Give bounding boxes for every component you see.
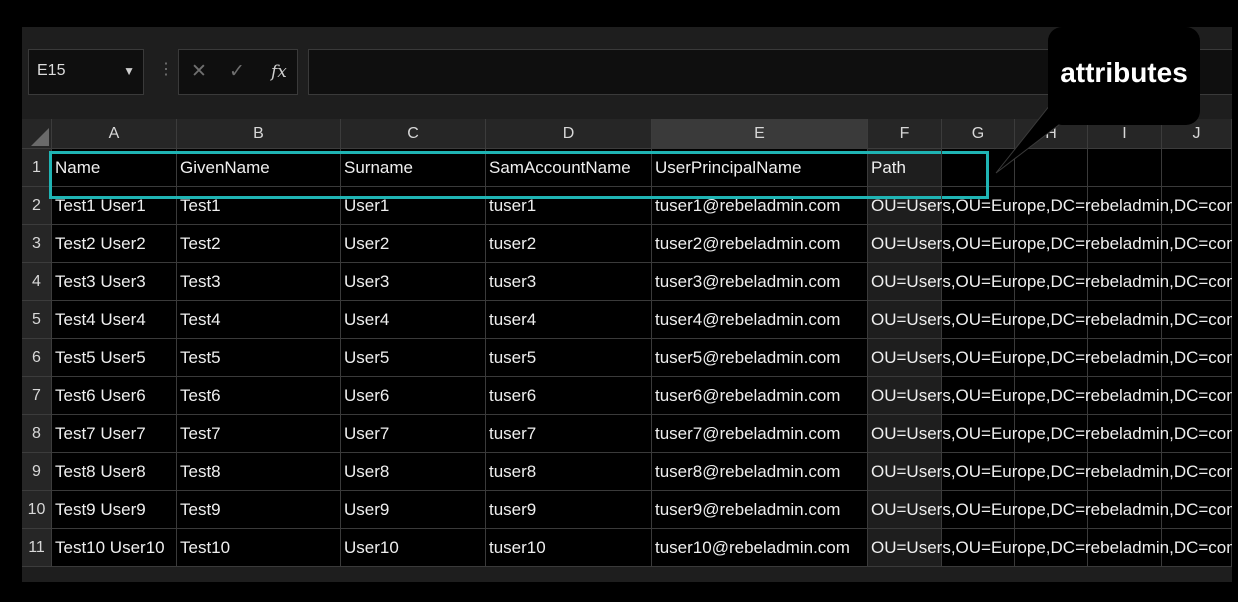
column-header-a[interactable]: A <box>52 119 177 149</box>
cell-c11[interactable]: User10 <box>341 529 486 567</box>
cell-i1[interactable] <box>1088 149 1162 187</box>
table-row: 5 Test4 User4 Test4 User4 tuser4 tuser4@rebel… <box>22 301 1232 339</box>
cell-f5[interactable]: OU=Users,OU=Europe,DC=rebeladmin,DC=com <box>868 301 1232 339</box>
callout-label: attributes <box>1060 57 1188 88</box>
table-row: 6 Test5 User5 Test5 User5 tuser5 tuser5@rebel… <box>22 339 1232 377</box>
row-header[interactable]: 3 <box>22 225 52 263</box>
cell-c9[interactable]: User8 <box>341 453 486 491</box>
row-header[interactable]: 1 <box>22 149 52 187</box>
cell-e10[interactable]: tuser9@rebeladmin.com <box>652 491 868 529</box>
cell-f1[interactable]: Path <box>868 149 942 187</box>
cell-c7[interactable]: User6 <box>341 377 486 415</box>
cell-a11[interactable]: Test10 User10 <box>52 529 177 567</box>
cell-a5[interactable]: Test4 User4 <box>52 301 177 339</box>
row-header[interactable]: 8 <box>22 415 52 453</box>
cell-e5[interactable]: tuser4@rebeladmin.com <box>652 301 868 339</box>
cell-a3[interactable]: Test2 User2 <box>52 225 177 263</box>
row-header[interactable]: 9 <box>22 453 52 491</box>
cell-b11[interactable]: Test10 <box>177 529 341 567</box>
table-row: 3 Test2 User2 Test2 User2 tuser2 tuser2@rebel… <box>22 225 1232 263</box>
select-all-button[interactable] <box>22 119 52 149</box>
cell-a8[interactable]: Test7 User7 <box>52 415 177 453</box>
cell-a6[interactable]: Test5 User5 <box>52 339 177 377</box>
cell-c8[interactable]: User7 <box>341 415 486 453</box>
row-header[interactable]: 4 <box>22 263 52 301</box>
cell-f10[interactable]: OU=Users,OU=Europe,DC=rebeladmin,DC=com <box>868 491 1232 529</box>
column-header-f[interactable]: F <box>868 119 942 149</box>
cell-e7[interactable]: tuser6@rebeladmin.com <box>652 377 868 415</box>
cell-d11[interactable]: tuser10 <box>486 529 652 567</box>
cell-c10[interactable]: User9 <box>341 491 486 529</box>
row-header[interactable]: 6 <box>22 339 52 377</box>
cell-e4[interactable]: tuser3@rebeladmin.com <box>652 263 868 301</box>
attributes-callout: attributes <box>1048 27 1200 125</box>
formula-buttons: ✕ ✓ fx <box>178 49 298 95</box>
cell-f2[interactable]: OU=Users,OU=Europe,DC=rebeladmin,DC=com <box>868 187 1232 225</box>
drag-handle-icon[interactable]: ⋮ <box>158 59 174 79</box>
row-header[interactable]: 10 <box>22 491 52 529</box>
cell-a7[interactable]: Test6 User6 <box>52 377 177 415</box>
cell-b5[interactable]: Test4 <box>177 301 341 339</box>
cell-f4[interactable]: OU=Users,OU=Europe,DC=rebeladmin,DC=com <box>868 263 1232 301</box>
column-header-d[interactable]: D <box>486 119 652 149</box>
row-header[interactable]: 11 <box>22 529 52 567</box>
cell-f7[interactable]: OU=Users,OU=Europe,DC=rebeladmin,DC=com <box>868 377 1232 415</box>
cell-c5[interactable]: User4 <box>341 301 486 339</box>
check-icon[interactable]: ✓ <box>229 60 245 83</box>
cell-d3[interactable]: tuser2 <box>486 225 652 263</box>
cell-f9[interactable]: OU=Users,OU=Europe,DC=rebeladmin,DC=com <box>868 453 1232 491</box>
cell-j1[interactable] <box>1162 149 1232 187</box>
cell-d8[interactable]: tuser7 <box>486 415 652 453</box>
row-header[interactable]: 7 <box>22 377 52 415</box>
cell-b9[interactable]: Test8 <box>177 453 341 491</box>
cell-f8[interactable]: OU=Users,OU=Europe,DC=rebeladmin,DC=com <box>868 415 1232 453</box>
insert-function-icon[interactable]: fx <box>271 62 287 82</box>
column-header-b[interactable]: B <box>177 119 341 149</box>
cell-c4[interactable]: User3 <box>341 263 486 301</box>
cell-a9[interactable]: Test8 User8 <box>52 453 177 491</box>
cell-c3[interactable]: User2 <box>341 225 486 263</box>
table-row: 7 Test6 User6 Test6 User6 tuser6 tuser6@rebel… <box>22 377 1232 415</box>
cell-d7[interactable]: tuser6 <box>486 377 652 415</box>
cell-d9[interactable]: tuser8 <box>486 453 652 491</box>
row-header[interactable]: 5 <box>22 301 52 339</box>
cell-d6[interactable]: tuser5 <box>486 339 652 377</box>
cell-b7[interactable]: Test6 <box>177 377 341 415</box>
table-row: 10 Test9 User9 Test9 User9 tuser9 tuser9@rebe… <box>22 491 1232 529</box>
cell-d10[interactable]: tuser9 <box>486 491 652 529</box>
cell-b3[interactable]: Test2 <box>177 225 341 263</box>
table-row: 11 Test10 User10 Test10 User10 tuser10 tuser1… <box>22 529 1232 567</box>
cell-b8[interactable]: Test7 <box>177 415 341 453</box>
cell-b10[interactable]: Test9 <box>177 491 341 529</box>
cell-e8[interactable]: tuser7@rebeladmin.com <box>652 415 868 453</box>
cell-f11[interactable]: OU=Users,OU=Europe,DC=rebeladmin,DC=com <box>868 529 1232 567</box>
cell-e9[interactable]: tuser8@rebeladmin.com <box>652 453 868 491</box>
cell-f6[interactable]: OU=Users,OU=Europe,DC=rebeladmin,DC=com <box>868 339 1232 377</box>
name-box-value: E15 <box>37 62 66 79</box>
cell-f3[interactable]: OU=Users,OU=Europe,DC=rebeladmin,DC=com <box>868 225 1232 263</box>
cell-c6[interactable]: User5 <box>341 339 486 377</box>
row-header[interactable]: 2 <box>22 187 52 225</box>
table-row: 4 Test3 User3 Test3 User3 tuser3 tuser3@rebel… <box>22 263 1232 301</box>
cell-d5[interactable]: tuser4 <box>486 301 652 339</box>
cell-a4[interactable]: Test3 User3 <box>52 263 177 301</box>
x-icon[interactable]: ✕ <box>191 60 207 83</box>
table-row: 8 Test7 User7 Test7 User7 tuser7 tuser7@rebel… <box>22 415 1232 453</box>
cell-a10[interactable]: Test9 User9 <box>52 491 177 529</box>
name-box[interactable]: E15 ▼ <box>28 49 144 95</box>
header-row-highlight <box>49 151 989 199</box>
cell-b4[interactable]: Test3 <box>177 263 341 301</box>
cell-b6[interactable]: Test5 <box>177 339 341 377</box>
cell-e6[interactable]: tuser5@rebeladmin.com <box>652 339 868 377</box>
cell-e11[interactable]: tuser10@rebeladmin.com <box>652 529 868 567</box>
table-row: 9 Test8 User8 Test8 User8 tuser8 tuser8@rebel… <box>22 453 1232 491</box>
cell-d4[interactable]: tuser3 <box>486 263 652 301</box>
column-header-c[interactable]: C <box>341 119 486 149</box>
chevron-down-icon[interactable]: ▼ <box>123 64 135 78</box>
column-header-e[interactable]: E <box>652 119 868 149</box>
cell-e3[interactable]: tuser2@rebeladmin.com <box>652 225 868 263</box>
